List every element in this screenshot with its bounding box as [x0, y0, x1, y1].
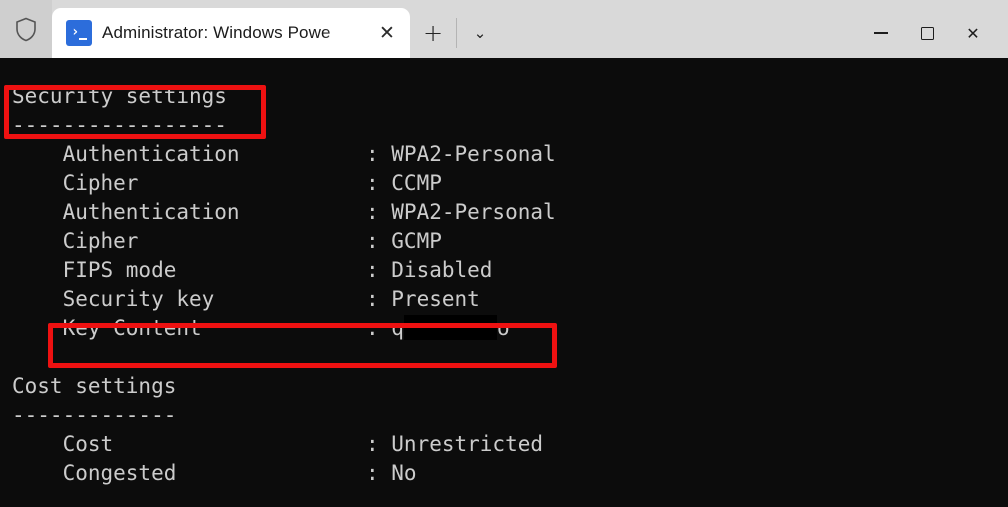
shield-icon-slot[interactable]	[0, 0, 52, 58]
row-cipher-2: Cipher : GCMP	[12, 227, 442, 256]
row-text: Authentication : WPA2-Personal	[12, 142, 556, 166]
shield-icon	[16, 17, 36, 41]
close-icon[interactable]: ✕	[370, 16, 404, 50]
section-underline-security-settings: -----------------	[12, 113, 227, 137]
row-text: Cipher : GCMP	[12, 229, 442, 253]
minimize-icon	[874, 32, 888, 34]
row-cipher-1: Cipher : CCMP	[12, 169, 442, 198]
row-authentication-2: Authentication : WPA2-Personal	[12, 198, 556, 227]
section-underline-cost-settings: -------------	[12, 403, 177, 427]
row-text: FIPS mode : Disabled	[12, 258, 493, 282]
minimize-button[interactable]	[858, 8, 904, 58]
row-authentication-1: Authentication : WPA2-Personal	[12, 140, 556, 169]
titlebar-drag-area	[503, 8, 858, 58]
row-fips-mode: FIPS mode : Disabled	[12, 256, 493, 285]
powershell-underscore-glyph	[79, 38, 87, 40]
section-heading-cost-settings: Cost settings	[12, 374, 177, 398]
window-close-button[interactable]: ✕	[950, 8, 996, 58]
powershell-icon: ›	[66, 20, 92, 46]
row-congested: Congested : No	[12, 459, 417, 488]
tab-title: Administrator: Windows Powe	[102, 23, 331, 42]
row-text: Security key : Present	[12, 287, 480, 311]
tab-administrator-windows-powershell[interactable]: › Administrator: Windows Powe ✕	[52, 8, 410, 58]
chevron-down-icon[interactable]: ⌄	[457, 8, 503, 58]
maximize-button[interactable]	[904, 8, 950, 58]
row-text: Cost : Unrestricted	[12, 432, 544, 456]
row-key-content: Key Content : q o	[12, 314, 510, 343]
title-bar: › Administrator: Windows Powe ✕ + ⌄ ✕	[0, 0, 1008, 58]
new-tab-button[interactable]: +	[410, 8, 456, 58]
terminal-output[interactable]: Security settings ----------------- Auth…	[0, 58, 1008, 507]
section-heading-security-settings: Security settings	[12, 84, 227, 108]
maximize-icon	[920, 26, 934, 40]
redaction-bar	[403, 315, 497, 340]
row-cost: Cost : Unrestricted	[12, 430, 543, 459]
window-controls: ✕	[858, 8, 1008, 58]
row-security-key: Security key : Present	[12, 285, 480, 314]
row-text: Congested : No	[12, 461, 417, 485]
row-text: Cipher : CCMP	[12, 171, 442, 195]
row-key-content-suffix: o	[496, 316, 510, 340]
row-key-content-label: Key Content : q	[12, 316, 404, 340]
powershell-chevron-glyph: ›	[71, 24, 80, 40]
row-text: Authentication : WPA2-Personal	[12, 200, 556, 224]
